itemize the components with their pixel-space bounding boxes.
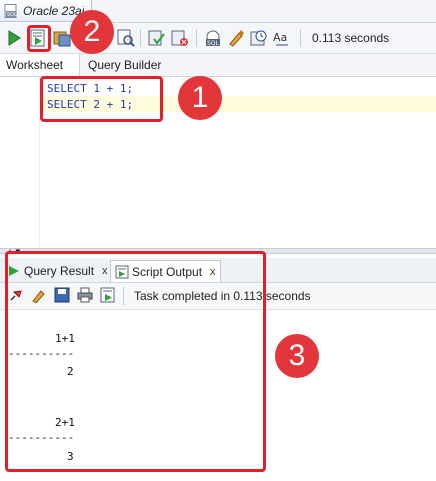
tab-query-builder[interactable]: Query Builder [82,54,167,76]
svg-text:SQL: SQL [7,12,17,18]
rollback-icon[interactable] [171,29,189,47]
history-icon[interactable] [250,29,268,47]
autotrace-icon[interactable] [53,29,71,47]
execution-time: 0.113 seconds [312,31,390,45]
annotation-box-editor [40,76,163,122]
annotation-badge-1: 1 [178,76,222,120]
annotation-box-run-script [27,25,51,52]
tab-strip [92,0,436,23]
annotation-box-output [5,251,266,472]
editor-tabs: Worksheet Query Builder [0,54,436,77]
case-icon[interactable]: Aa [273,29,291,47]
run-statement-icon[interactable] [5,29,23,47]
clear-icon[interactable] [227,29,245,47]
annotation-badge-3: 3 [275,334,319,378]
sql-document-icon: SQL [4,3,17,18]
commit-icon[interactable] [148,29,166,47]
sql-tuning-icon[interactable]: SQL [204,29,222,47]
svg-text:SQL: SQL [207,40,220,47]
annotation-badge-2: 2 [70,10,114,54]
svg-text:Aa: Aa [273,31,287,44]
window-tab-title: Oracle 23ai [23,3,85,18]
worksheet-toolbar: SQL Aa 0.113 seconds [0,23,436,54]
editor-gutter [0,77,40,247]
tab-worksheet[interactable]: Worksheet [0,54,80,76]
explain-plan-icon[interactable] [117,29,135,47]
